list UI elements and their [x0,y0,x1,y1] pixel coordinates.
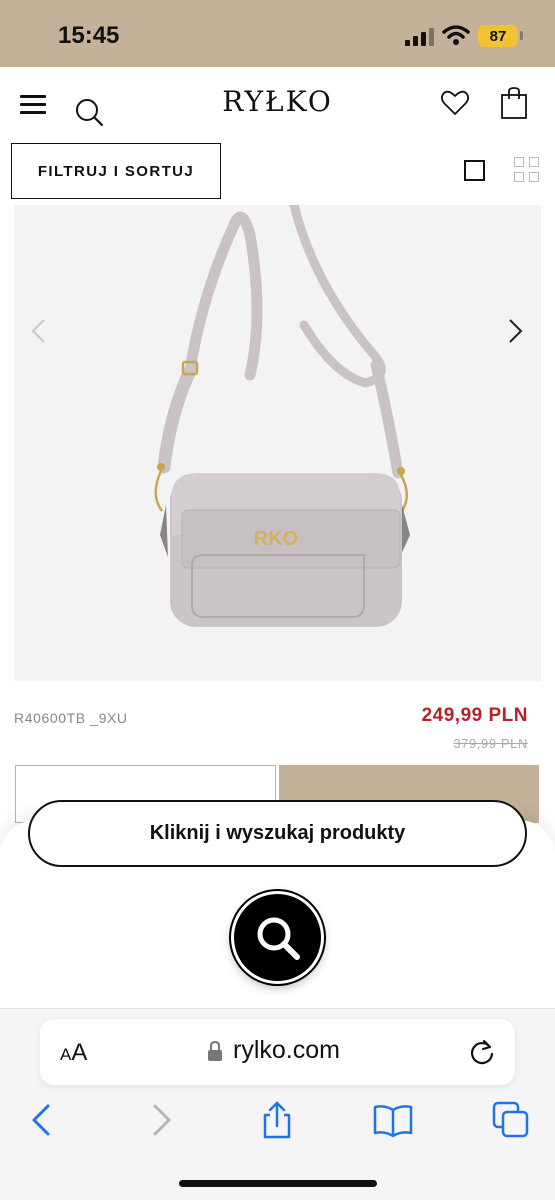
product-sku: R40600TB _9XU [14,710,128,726]
site-logo[interactable]: RYŁKO [0,85,555,118]
single-column-view-icon[interactable] [464,160,485,181]
aa-large-letter: A [71,1039,88,1066]
home-indicator [179,1180,377,1187]
cellular-signal-icon [405,28,434,46]
search-prompt-button[interactable]: Kliknij i wyszukaj produkty [28,800,527,867]
product-old-price: 379,99 PLN [453,736,528,751]
reader-text-size-button[interactable]: AA [60,1039,87,1067]
chevron-left-icon[interactable] [30,318,46,344]
lock-icon [208,1040,222,1061]
aa-small-letter: A [60,1045,72,1064]
site-header: RYŁKO [0,67,555,139]
battery-cap [520,31,523,40]
address-bar[interactable]: AA rylko.com [40,1019,515,1085]
chevron-right-icon[interactable] [508,318,524,344]
tabs-icon[interactable] [491,1100,531,1140]
battery-indicator: 87 [478,25,518,47]
bookmarks-icon[interactable] [373,1100,413,1140]
share-icon[interactable] [257,1100,297,1140]
grid-view-icon[interactable] [514,157,540,183]
url-text: rylko.com [233,1036,340,1064]
product-image[interactable]: RKO [14,205,541,681]
filter-sort-button[interactable]: FILTRUJ I SORTUJ [11,143,221,199]
back-icon[interactable] [22,1100,62,1140]
status-time: 15:45 [58,22,120,49]
filter-toolbar: FILTRUJ I SORTUJ [0,139,555,201]
forward-icon[interactable] [141,1100,181,1140]
heart-icon[interactable] [440,88,470,118]
shopping-bag-icon[interactable] [500,86,528,120]
wifi-icon [442,25,470,45]
search-fab-button[interactable] [231,891,324,984]
reload-icon[interactable] [468,1038,496,1066]
product-price: 249,99 PLN [421,705,528,726]
handbag-illustration: RKO [154,205,410,627]
bag-logo-text: RKO [254,528,298,550]
magnifier-icon [257,917,300,960]
status-bar: 15:45 87 [0,0,555,67]
